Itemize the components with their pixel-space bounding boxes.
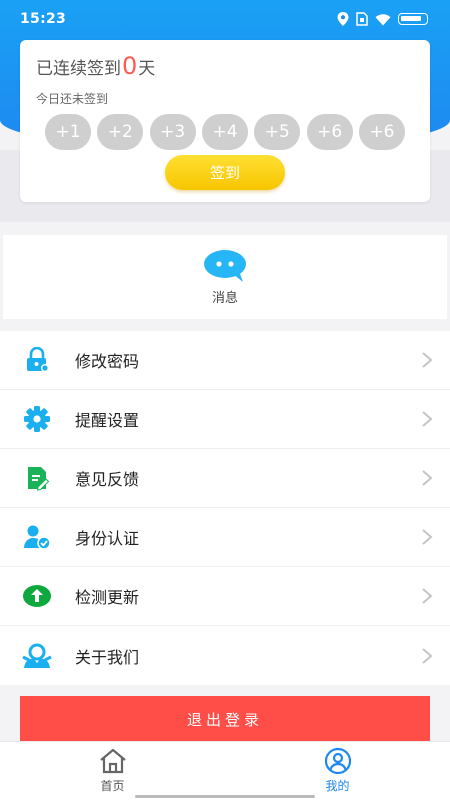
day-pill-3: +3: [149, 114, 196, 150]
lock-icon: [22, 345, 52, 375]
nav-label-mine: 我的: [325, 779, 350, 793]
status-icons: [337, 12, 428, 26]
menu-label: 修改密码: [75, 352, 140, 371]
chevron-right-icon: [422, 588, 433, 604]
menu-item-about-us[interactable]: 关于我们: [0, 626, 450, 685]
feedback-icon: [22, 463, 52, 493]
chevron-right-icon: [422, 470, 433, 486]
chevron-right-icon: [422, 529, 433, 545]
signin-card: 已连续签到 0 天 今日还未签到 +1 +2 +3 +4 +5 +6 +6 签到: [20, 40, 430, 202]
menu-label: 检测更新: [75, 588, 140, 607]
streak-days: 0: [122, 52, 138, 80]
nav-tab-home[interactable]: 首页: [0, 742, 225, 800]
chevron-right-icon: [422, 352, 433, 368]
nav-label-home: 首页: [100, 779, 125, 793]
menu-label: 提醒设置: [75, 411, 140, 430]
logout-button[interactable]: 退出登录: [20, 696, 430, 742]
status-time: 15:23: [20, 11, 67, 27]
today-status: 今日还未签到: [36, 92, 109, 106]
menu-item-reminder-settings[interactable]: 提醒设置: [0, 390, 450, 449]
chevron-right-icon: [422, 411, 433, 427]
day-pill-1: +1: [45, 114, 91, 150]
signin-button[interactable]: 签到: [165, 155, 285, 190]
gear-icon: [22, 404, 52, 434]
battery-icon: [398, 13, 428, 25]
update-icon: [22, 581, 52, 611]
bottom-nav: 首页 我的: [0, 741, 450, 800]
message-entry[interactable]: 消息: [3, 235, 447, 319]
status-bar: 15:23: [0, 0, 450, 38]
day-pill-5: +5: [254, 114, 301, 150]
profile-icon: [324, 748, 351, 774]
about-icon: [22, 641, 52, 671]
chat-bubble-icon: [204, 249, 246, 282]
user-verify-icon: [22, 522, 52, 552]
day-pill-7: +6: [358, 114, 405, 150]
signin-day-row: +1 +2 +3 +4 +5 +6 +6: [36, 114, 414, 150]
home-indicator: [135, 795, 315, 798]
wifi-icon: [375, 13, 391, 25]
menu-label: 关于我们: [75, 647, 140, 667]
message-label: 消息: [211, 290, 238, 306]
menu-item-check-update[interactable]: 检测更新: [0, 567, 450, 626]
day-pill-6: +6: [306, 114, 353, 150]
streak-prefix: 已连续签到: [36, 59, 121, 79]
menu-item-change-password[interactable]: 修改密码: [0, 331, 450, 390]
menu-label: 意见反馈: [75, 470, 140, 489]
menu-label: 身份认证: [75, 529, 140, 548]
day-pill-4: +4: [201, 114, 248, 150]
home-icon: [99, 748, 126, 774]
nav-tab-mine[interactable]: 我的: [225, 742, 450, 800]
chevron-right-icon: [422, 647, 433, 664]
streak-suffix: 天: [138, 59, 156, 79]
menu-item-feedback[interactable]: 意见反馈: [0, 449, 450, 508]
settings-menu: 修改密码 提醒设置 意见反馈 身份认证 检测更新 关于我们: [0, 331, 450, 685]
day-pill-2: +2: [97, 114, 144, 150]
location-icon: [337, 12, 349, 26]
streak-line: 已连续签到 0 天: [36, 54, 414, 79]
sim-icon: [356, 12, 368, 26]
menu-item-identity-verification[interactable]: 身份认证: [0, 508, 450, 567]
